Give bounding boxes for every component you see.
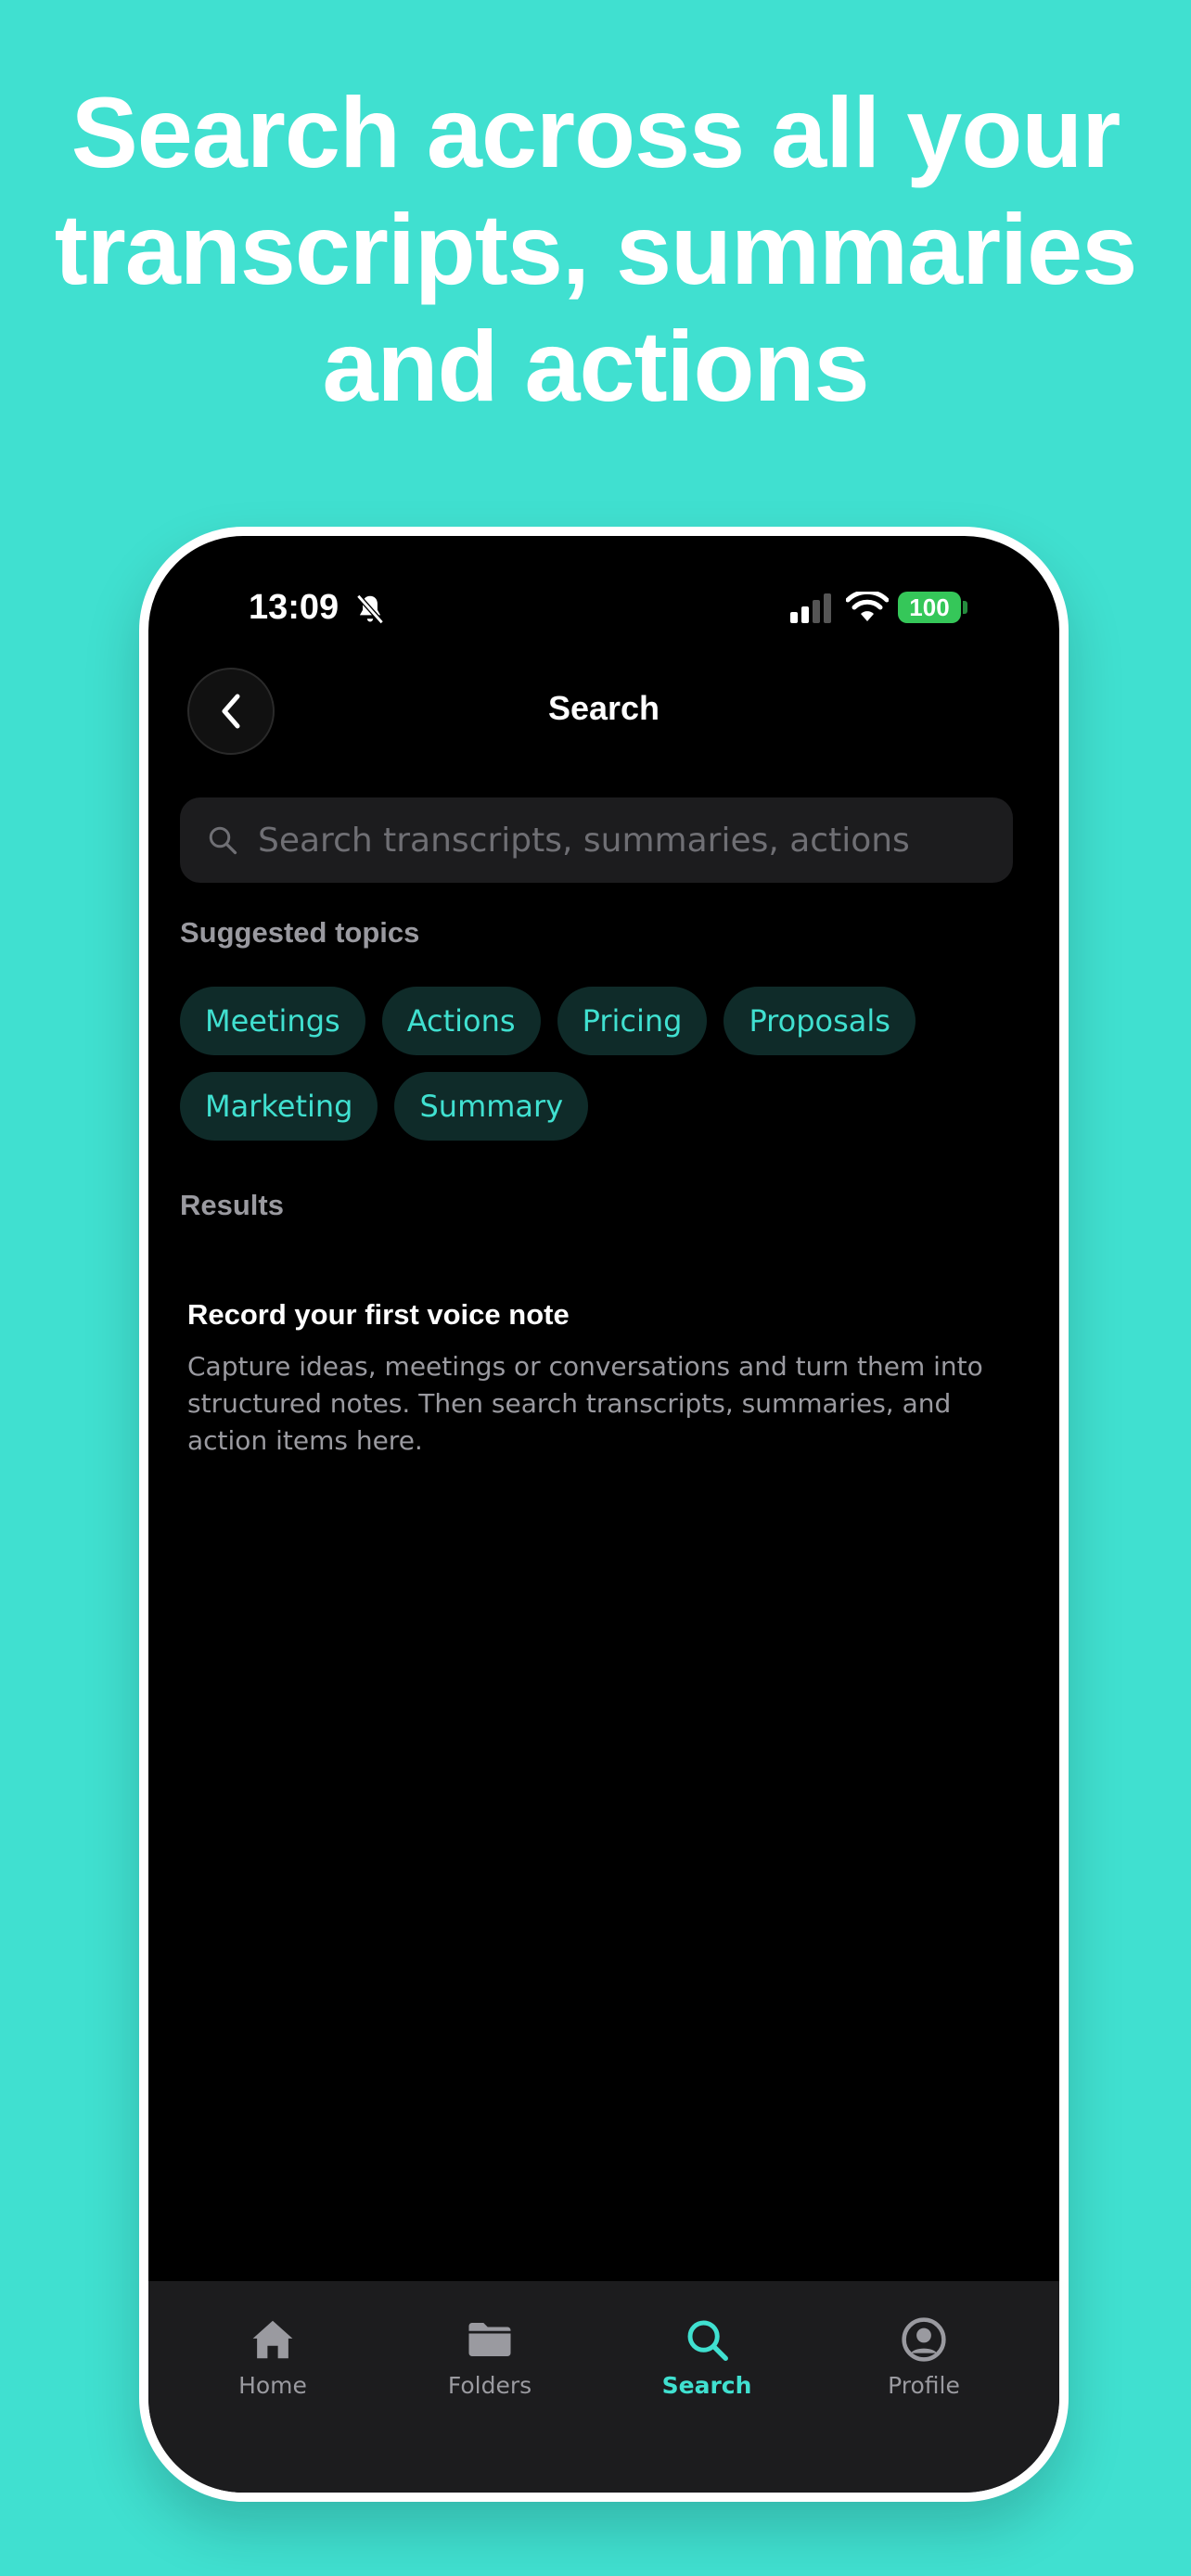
chip-meetings[interactable]: Meetings: [180, 987, 365, 1055]
wifi-icon: [846, 592, 889, 621]
chip-actions[interactable]: Actions: [381, 987, 541, 1055]
bell-muted-icon: [356, 593, 384, 625]
profile-icon: [902, 2317, 946, 2362]
search-bar[interactable]: [180, 797, 1013, 883]
empty-state-description: Capture ideas, meetings or conversations…: [187, 1351, 983, 1456]
app-screen: 13:09 100 Search Search transcripts, sum…: [148, 536, 1059, 2493]
chip-summary[interactable]: Summary: [394, 1072, 589, 1141]
search-input[interactable]: [256, 811, 1013, 869]
tab-search[interactable]: Search: [633, 2315, 781, 2399]
home-icon: [252, 2320, 293, 2359]
marketing-headline: Search across all your transcripts, summ…: [37, 74, 1154, 425]
chip-proposals[interactable]: Proposals: [724, 987, 916, 1055]
status-time: 13:09: [249, 588, 339, 627]
phone-frame: 13:09 100 Search Search transcripts, sum…: [139, 527, 1069, 2502]
topic-chips: Meetings Actions Pricing Proposals Marke…: [180, 987, 1015, 1141]
search-icon: [687, 2320, 728, 2361]
headline-line-3: and actions: [322, 310, 869, 422]
tab-folders-label: Folders: [447, 2372, 532, 2399]
page-title: Search: [547, 689, 660, 727]
headline-line-2: transcripts, summaries: [54, 193, 1138, 305]
tab-home[interactable]: Home: [198, 2315, 347, 2399]
tab-folders[interactable]: Folders: [416, 2315, 564, 2399]
tab-search-label: Search: [661, 2372, 752, 2399]
cellular-signal-icon: [790, 593, 831, 623]
folder-icon: [468, 2323, 511, 2356]
chip-marketing[interactable]: Marketing: [180, 1072, 378, 1141]
chip-pricing[interactable]: Pricing: [557, 987, 708, 1055]
search-icon: [209, 826, 237, 855]
tab-profile[interactable]: Profile: [850, 2315, 998, 2399]
tab-bar: Home Folders Search Profile: [148, 2281, 1059, 2493]
battery-tip: [963, 601, 967, 614]
battery-indicator: 100: [898, 592, 961, 623]
empty-state-title: Record your first voice note: [187, 1298, 570, 1331]
tab-home-label: Home: [238, 2372, 307, 2399]
tab-profile-label: Profile: [888, 2372, 960, 2399]
suggested-topics-label: Suggested topics: [180, 916, 420, 949]
headline-line-1: Search across all your: [70, 76, 1121, 188]
results-label: Results: [180, 1189, 284, 1221]
